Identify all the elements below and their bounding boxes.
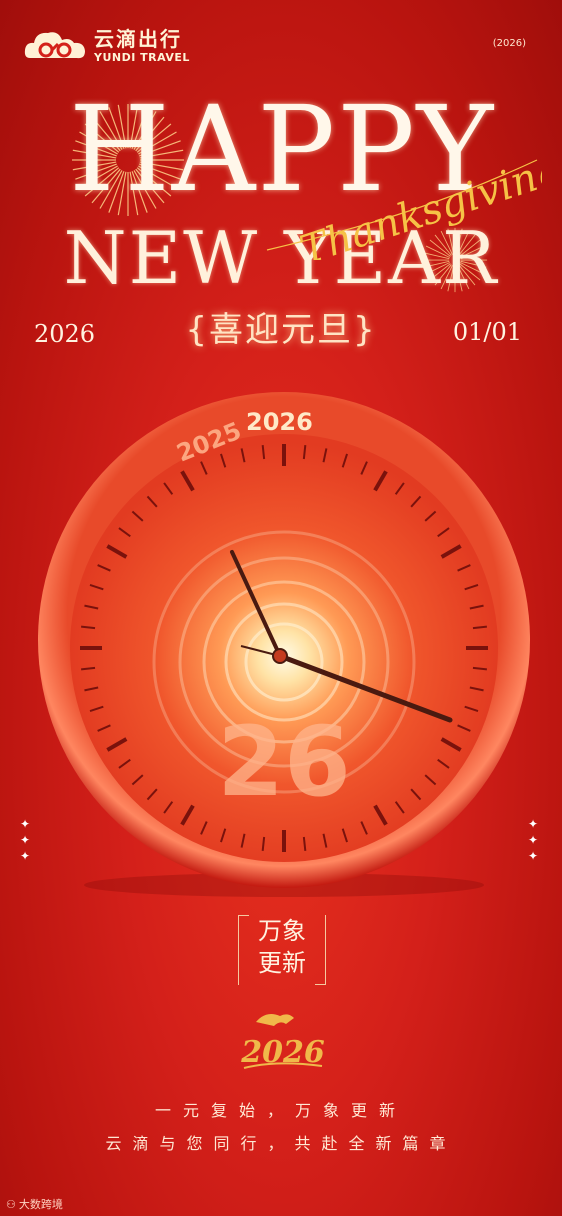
sparkle-right-icon: ✦ ✦ ✦	[528, 817, 539, 863]
slogan-line1: 一元复始，万象更新	[154, 1101, 407, 1120]
watermark: ⚇ 大数跨境	[6, 1196, 63, 1212]
date-day: 01/01	[452, 318, 522, 346]
year-tag: (2026)	[492, 38, 526, 49]
motto-line1: 万象	[258, 917, 306, 945]
motto-box: 万象 更新	[238, 915, 326, 985]
brand-logo: 云滴出行 YUNDI TRAVEL	[22, 28, 190, 64]
tunnel-number: 26	[217, 706, 351, 818]
brand-name-cn: 云滴出行	[94, 27, 182, 51]
brand-name-en: YUNDI TRAVEL	[94, 51, 190, 64]
title-cn: {喜迎元旦}	[185, 310, 377, 350]
motto-line2: 更新	[258, 949, 306, 977]
cloud-logo-icon	[24, 32, 85, 59]
script-word: Thanksgiving	[266, 150, 542, 260]
script-text: Thanksgiving	[295, 150, 542, 260]
watermark-logo-icon: ⚇	[6, 1197, 16, 1211]
clock-center	[272, 648, 288, 664]
date-year: 2026	[34, 320, 96, 348]
clock-year-2026: 2026	[246, 408, 313, 436]
slogan-line2: 云滴与您同行，共赴全新篇章	[105, 1134, 457, 1153]
watermark-text: 大数跨境	[18, 1198, 63, 1211]
gold-horse-2026-emblem: 2026	[240, 1014, 325, 1070]
clock-illustration: 2025 2026 26	[38, 392, 530, 897]
sparkle-left-icon: ✦ ✦ ✦	[20, 817, 31, 863]
